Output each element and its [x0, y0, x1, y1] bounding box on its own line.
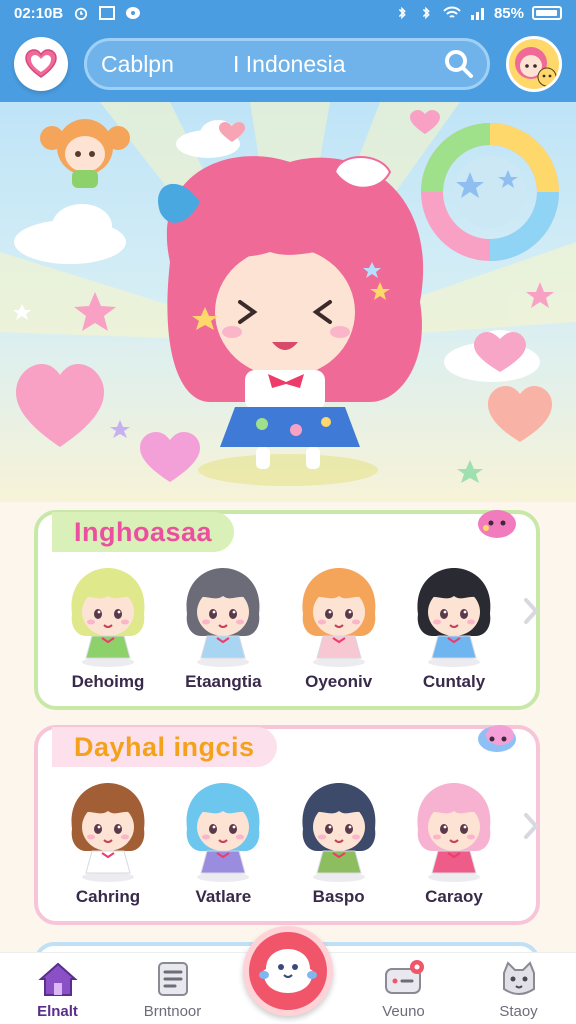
nav-item-stickers[interactable]: Staoy [461, 959, 576, 1020]
character-card[interactable]: Oyeoniv [283, 562, 395, 702]
character-name: Caraoy [425, 887, 483, 906]
nav-item-home[interactable]: Elnalt [0, 959, 115, 1020]
character-card[interactable]: Caraoy [398, 777, 510, 917]
chat-bubble-icon [384, 960, 424, 994]
nav-label-stickers: Staoy [499, 1003, 538, 1020]
create-fab-button[interactable] [243, 926, 333, 1016]
status-time: 02:10B [14, 4, 64, 22]
profile-avatar[interactable] [506, 36, 562, 92]
nav-label-messages: Veuno [382, 1003, 425, 1020]
nav-label-browse: Brntnoor [143, 1003, 202, 1020]
character-section-1: Inghoasaa Dehoimg Etaangtia Oyeoniv Cunt… [34, 510, 540, 710]
heart-icon [25, 49, 57, 78]
character-name: Cahring [75, 887, 141, 906]
battery-percent: 85% [493, 4, 524, 22]
search-icon[interactable] [443, 48, 475, 80]
character-row-1: Dehoimg Etaangtia Oyeoniv Cuntaly [52, 562, 510, 702]
ghost-mascot-icon [259, 949, 317, 993]
blob-mascot-icon [478, 725, 516, 752]
bluetooth-icon-2 [422, 6, 430, 20]
character-name: Baspo [312, 887, 365, 906]
chevron-right-icon[interactable] [522, 596, 540, 626]
favorites-button[interactable] [14, 37, 68, 91]
app-header: Cablpn I Indonesia [0, 26, 576, 102]
status-bar: 02:10B 85% [0, 0, 576, 26]
wifi-icon [443, 6, 461, 18]
nav-item-browse[interactable]: Brntnoor [115, 959, 230, 1020]
avatar-face-icon [515, 47, 557, 87]
notification-dot-icon [126, 7, 141, 19]
document-icon [157, 962, 188, 996]
character-name: Etaangtia [185, 672, 262, 691]
character-section-2: Dayhal ingcis Cahring Vatlare Baspo Cara… [34, 725, 540, 925]
character-portrait [302, 568, 376, 667]
search-label-left: Cablpn [101, 50, 174, 77]
chevron-right-icon[interactable] [522, 811, 540, 841]
nav-label-home: Elnalt [37, 1003, 78, 1020]
character-card[interactable]: Vatlare [167, 777, 279, 917]
character-name: Dehoimg [71, 672, 145, 691]
nav-item-messages[interactable]: Veuno [346, 959, 461, 1020]
blob-mascot-icon [478, 510, 516, 538]
signal-icon [470, 8, 484, 20]
cat-face-icon [502, 961, 535, 995]
battery-icon [532, 6, 562, 20]
character-portrait [417, 783, 491, 882]
character-name: Cuntaly [422, 672, 486, 691]
character-name: Vatlare [195, 887, 252, 906]
character-row-2: Cahring Vatlare Baspo Caraoy [52, 777, 510, 917]
home-icon [37, 962, 78, 996]
hero-illustration [0, 102, 576, 486]
character-portrait [71, 783, 145, 882]
character-card[interactable]: Baspo [283, 777, 395, 917]
character-portrait [186, 568, 260, 667]
main-chibi-character [158, 156, 424, 486]
section-title-1: Inghoasaa [52, 512, 235, 552]
search-label-region: I Indonesia [233, 50, 346, 77]
character-name: Oyeoniv [305, 672, 373, 691]
character-card[interactable]: Cahring [52, 777, 164, 917]
search-bar[interactable]: Cablpn I Indonesia [84, 38, 490, 90]
character-portrait [302, 783, 376, 882]
screen-icon [99, 6, 116, 20]
rainbow-ring-icon [421, 123, 559, 261]
character-portrait [417, 568, 491, 667]
small-chibi-sticker [40, 119, 130, 188]
character-card[interactable]: Etaangtia [167, 562, 279, 702]
section-title-2: Dayhal ingcis [52, 727, 277, 767]
character-card[interactable]: Cuntaly [398, 562, 510, 702]
bluetooth-icon [398, 6, 406, 20]
hero-banner [0, 102, 576, 502]
character-portrait [186, 783, 260, 882]
character-card[interactable]: Dehoimg [52, 562, 164, 702]
character-portrait [71, 568, 145, 667]
alarm-icon [75, 7, 88, 20]
